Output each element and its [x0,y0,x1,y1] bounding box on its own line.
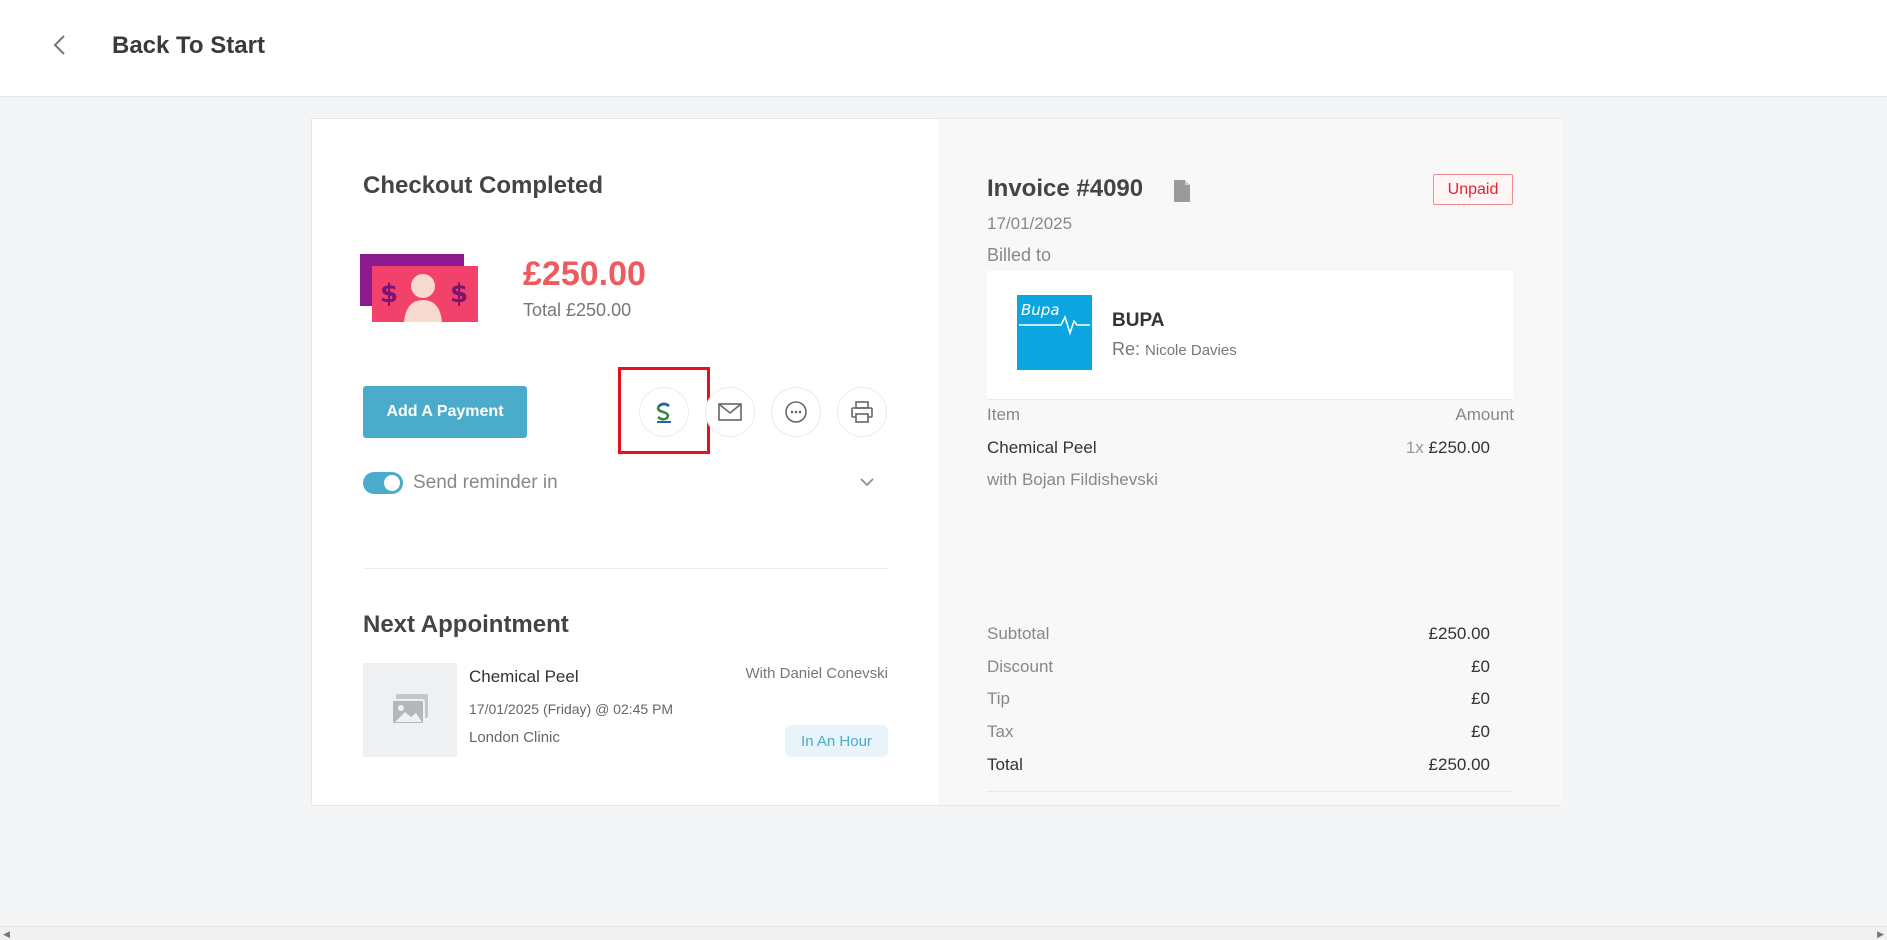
chat-bubble-icon [785,401,807,423]
invoice-item-staff: with Bojan Fildishevski [987,470,1159,489]
item-price: £250.00 [1428,438,1490,457]
item-qty: 1x [1405,438,1424,457]
summary-label: Tip [987,689,1010,708]
scroll-right-arrow-icon[interactable]: ▶ [1877,929,1884,940]
summary-label: Total [987,755,1023,774]
top-bar: Back To Start [0,0,1887,97]
chevron-down-icon[interactable] [857,472,877,492]
highlight-box [618,367,710,454]
billed-to-card: Bupa BUPA Re: Nicole Davies [987,271,1513,399]
invoice-title: Invoice #4090 [987,175,1144,202]
re-label: Re: [1112,339,1141,359]
checkout-panel: Checkout Completed $ $ £250.00 Total £25… [312,119,939,805]
bupa-logo-graphic: Bupa [1019,301,1090,336]
amount-column-header: Amount [1455,405,1514,424]
appointment-datetime: 17/01/2025 (Friday) @ 02:45 PM [469,701,674,717]
checkout-amount: £250.00 [523,255,646,293]
summary-label: Tax [987,722,1014,741]
billed-name: BUPA [1112,310,1165,331]
sms-button[interactable] [771,387,821,437]
money-illustration-icon: $ $ [360,254,478,322]
section-divider [363,568,888,569]
appointment-staff: With Daniel Conevski [745,665,888,682]
invoice-item-amount: 1x £250.00 [1406,438,1490,458]
image-placeholder-icon [391,694,428,725]
back-button[interactable] [44,30,74,60]
appointment-time-badge: In An Hour [785,725,888,757]
billed-to-label: Billed to [987,245,1052,265]
item-column-header: Item [987,405,1021,424]
invoice-status-badge: Unpaid [1433,174,1513,205]
appointment-service: Chemical Peel [469,667,579,686]
re-name: Nicole Davies [1145,342,1237,359]
summary-value: £250.00 [1428,624,1490,643]
toggle-knob [384,475,400,491]
document-icon[interactable] [1172,179,1192,203]
bupa-logo: Bupa [1017,295,1092,370]
summary-row-tax: Tax £0 [987,722,1490,742]
summary-value: £0 [1471,657,1490,676]
summary-row-total: Total £250.00 [987,755,1490,775]
invoice-panel: Invoice #4090 Unpaid 17/01/2025 Billed t… [939,119,1562,805]
summary-row-tip: Tip £0 [987,689,1490,709]
summary-label: Subtotal [987,624,1050,643]
print-button[interactable] [837,387,887,437]
email-button[interactable] [705,387,755,437]
appointment-location: London Clinic [469,729,560,746]
back-to-start-link[interactable]: Back To Start [112,32,265,60]
checkout-card: Checkout Completed $ $ £250.00 Total £25… [311,118,1562,806]
summary-value: £0 [1471,722,1490,741]
appointment-thumbnail [363,663,457,757]
svg-text:$: $ [450,279,468,309]
summary-value: £0 [1471,689,1490,708]
svg-text:$: $ [380,279,398,309]
checkout-title: Checkout Completed [363,172,604,199]
next-appointment-title: Next Appointment [363,611,569,638]
add-payment-button[interactable]: Add A Payment [363,386,527,438]
email-icon [718,403,742,421]
bupa-logo-text: Bupa [1021,301,1060,319]
summary-value: £250.00 [1428,755,1490,774]
items-header-line [987,399,1513,400]
chevron-left-icon [53,35,65,55]
summary-row-subtotal: Subtotal £250.00 [987,624,1490,644]
summary-row-discount: Discount £0 [987,657,1490,677]
send-reminder-toggle[interactable] [363,472,403,494]
summary-bottom-line [987,791,1513,792]
send-reminder-label: Send reminder in [413,472,558,493]
horizontal-scrollbar[interactable]: ◀ ▶ [0,926,1887,940]
printer-icon [851,401,873,423]
billed-re: Re: Nicole Davies [1112,339,1237,360]
invoice-item-name: Chemical Peel [987,438,1097,457]
summary-label: Discount [987,657,1054,676]
scroll-left-arrow-icon[interactable]: ◀ [3,929,10,940]
checkout-total: Total £250.00 [523,300,632,320]
invoice-date: 17/01/2025 [987,214,1073,233]
